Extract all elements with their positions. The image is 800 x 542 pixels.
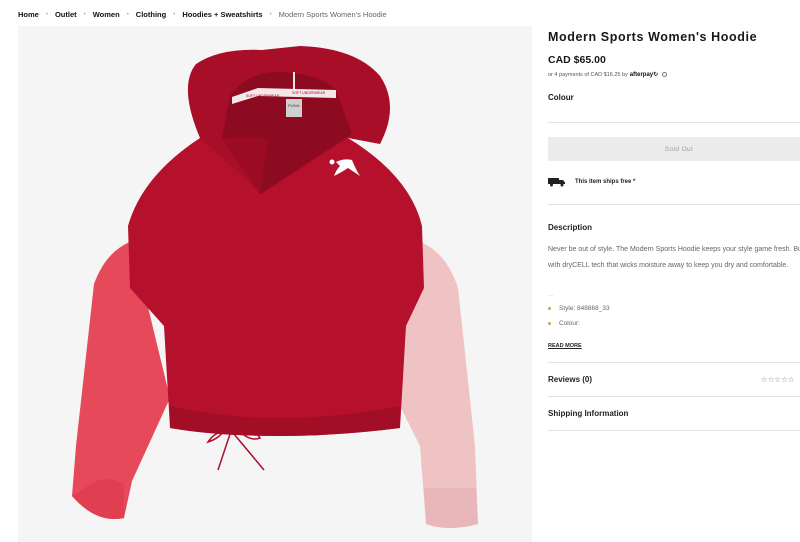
star-rating-icon: ☆☆☆☆☆: [760, 375, 795, 384]
afterpay-text: or 4 payments of CAD $16.25 by: [548, 71, 628, 78]
breadcrumb-separator: •: [83, 11, 86, 18]
read-more-link[interactable]: READ MORE: [548, 343, 582, 349]
product-image-gallery[interactable]: SOFT UNDERWEAR SOFT UNDERWEAR PUMA: [18, 26, 532, 542]
colour-detail: Colour:: [559, 320, 580, 327]
breadcrumb-separator: •: [173, 11, 176, 18]
description-heading: Description: [548, 223, 593, 232]
breadcrumb: Home • Outlet • Women • Clothing • Hoodi…: [18, 10, 387, 19]
description-bullets: Style: 848868_33 Colour:: [548, 301, 800, 331]
breadcrumb-separator: •: [45, 11, 48, 18]
breadcrumb-home[interactable]: Home: [18, 10, 39, 19]
breadcrumb-outlet[interactable]: Outlet: [55, 10, 77, 19]
breadcrumb-separator: •: [269, 11, 272, 18]
hoodie-label-text-2: SOFT UNDERWEAR: [292, 91, 326, 95]
description-text: Never be out of style. The Modern Sports…: [548, 246, 800, 269]
shipping-info-heading: Shipping Information: [548, 409, 629, 418]
afterpay-installments: or 4 payments of CAD $16.25 by afterpay↻: [548, 71, 800, 78]
reviews-heading: Reviews (0): [548, 375, 593, 384]
breadcrumb-separator: •: [126, 11, 129, 18]
bullet-icon: [548, 307, 551, 310]
reviews-meta: ☆☆☆☆☆ ▴: [761, 375, 800, 384]
divider: [548, 122, 800, 123]
divider: [548, 204, 800, 205]
shipping-note: This item ships free *: [548, 177, 800, 187]
product-info: Modern Sports Women's Hoodie CAD $65.00 …: [548, 30, 800, 431]
product-image-hoodie: SOFT UNDERWEAR SOFT UNDERWEAR PUMA: [72, 46, 478, 528]
truck-icon: [548, 178, 565, 187]
sold-out-button[interactable]: Sold Out: [548, 137, 800, 161]
colour-label: Colour: [548, 93, 574, 102]
afterpay-logo: afterpay↻: [629, 72, 659, 78]
info-icon[interactable]: [662, 72, 668, 77]
style-code: Style: 848868_33: [559, 305, 610, 312]
breadcrumb-women[interactable]: Women: [93, 10, 120, 19]
divider: [548, 430, 800, 431]
bullet-icon: [548, 322, 551, 325]
hoodie-tag-brand: PUMA: [288, 103, 300, 108]
shipping-note-text: This item ships free *: [575, 179, 636, 185]
list-item: Style: 848868_33: [548, 301, 800, 316]
shipping-info-header[interactable]: Shipping Information ▴: [548, 397, 800, 430]
list-item: Colour:: [548, 316, 800, 331]
description-ellipsis: ...: [548, 292, 554, 298]
hoodie-label-text: SOFT UNDERWEAR: [246, 94, 280, 98]
breadcrumb-current: Modern Sports Women's Hoodie: [278, 10, 387, 19]
description-header[interactable]: Description –: [548, 223, 800, 232]
reviews-header[interactable]: Reviews (0) ☆☆☆☆☆ ▴: [548, 363, 800, 396]
breadcrumb-hoodies[interactable]: Hoodies + Sweatshirts: [182, 10, 262, 19]
breadcrumb-clothing[interactable]: Clothing: [136, 10, 166, 19]
product-title: Modern Sports Women's Hoodie: [548, 30, 758, 44]
product-price: CAD $65.00: [548, 54, 606, 66]
